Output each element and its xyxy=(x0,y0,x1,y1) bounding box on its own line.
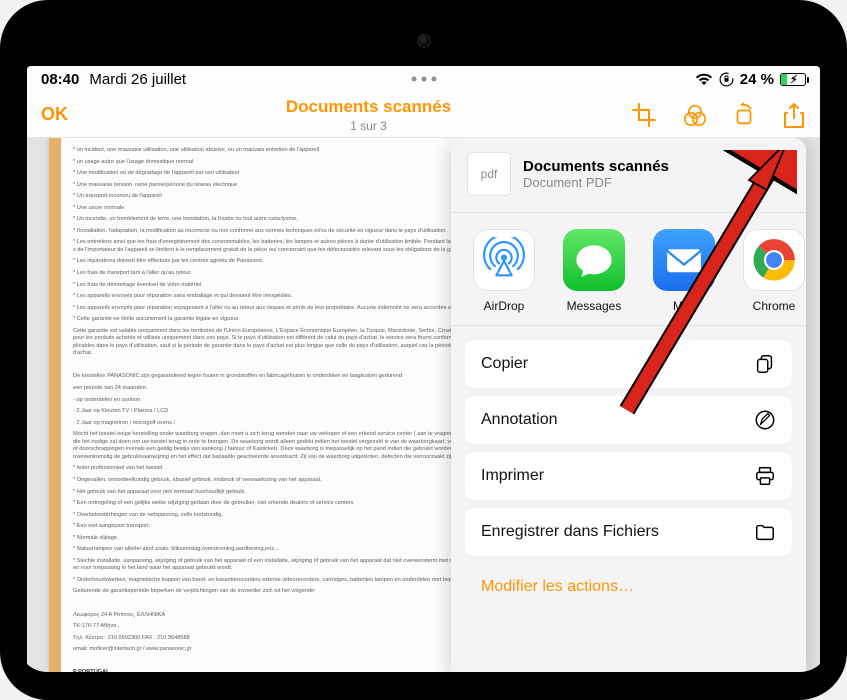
markup-icon xyxy=(754,409,776,431)
orientation-lock-icon xyxy=(719,72,734,87)
ipad-frame: 08:40 Mardi 26 juillet 24 % ⚡︎ xyxy=(0,0,847,700)
share-header: pdf Documents scannés Document PDF xyxy=(451,138,806,213)
rotate-button[interactable] xyxy=(732,103,756,127)
mail-icon xyxy=(653,229,715,291)
action-save-files[interactable]: Enregistrer dans Fichiers xyxy=(465,508,792,556)
screen: 08:40 Mardi 26 juillet 24 % ⚡︎ xyxy=(27,66,820,672)
action-markup[interactable]: Annotation xyxy=(465,396,792,444)
share-app-airdrop[interactable]: AirDrop xyxy=(465,229,543,313)
share-app-strip[interactable]: AirDrop Messages Mail xyxy=(451,213,806,326)
action-save-files-label: Enregistrer dans Fichiers xyxy=(481,523,659,541)
battery-icon: ⚡︎ xyxy=(780,73,806,86)
ok-button[interactable]: OK xyxy=(41,104,68,124)
action-print[interactable]: Imprimer xyxy=(465,452,792,500)
chrome-icon xyxy=(743,229,805,291)
folder-icon xyxy=(754,521,776,543)
share-app-mail[interactable]: Mail xyxy=(645,229,723,313)
action-copy-label: Copier xyxy=(481,355,528,373)
wifi-icon xyxy=(695,73,713,86)
page-title: Documents scannés xyxy=(161,97,576,117)
grabber-dots xyxy=(411,77,436,82)
nav-bar: OK Documents scannés 1 sur 3 xyxy=(27,92,820,138)
action-markup-label: Annotation xyxy=(481,411,558,429)
action-edit-actions[interactable]: Modifier les actions… xyxy=(465,564,792,610)
status-bar: 08:40 Mardi 26 juillet 24 % ⚡︎ xyxy=(27,66,820,92)
copy-icon xyxy=(754,353,776,375)
share-doc-title: Documents scannés xyxy=(523,158,669,175)
status-date: Mardi 26 juillet xyxy=(89,71,186,88)
action-print-label: Imprimer xyxy=(481,467,544,485)
share-button[interactable] xyxy=(782,103,806,127)
share-app-messages[interactable]: Messages xyxy=(555,229,633,313)
action-copy[interactable]: Copier xyxy=(465,340,792,388)
charging-bolt-icon: ⚡︎ xyxy=(790,73,798,86)
status-time: 08:40 xyxy=(41,71,79,88)
share-app-label: Messages xyxy=(567,299,622,313)
crop-button[interactable] xyxy=(632,103,656,127)
battery-percent: 24 % xyxy=(740,71,774,88)
share-actions: Copier Annotation Imprimer xyxy=(451,326,806,624)
share-app-label: Mail xyxy=(673,299,695,313)
document-viewer: * un incident, une mauvaise utilisation,… xyxy=(27,138,820,672)
print-icon xyxy=(754,465,776,487)
page-counter: 1 sur 3 xyxy=(161,119,576,133)
share-app-label: AirDrop xyxy=(484,299,525,313)
share-thumbnail: pdf xyxy=(467,152,511,196)
front-camera xyxy=(417,34,431,48)
messages-icon xyxy=(563,229,625,291)
filters-button[interactable] xyxy=(682,103,706,127)
share-doc-type: Document PDF xyxy=(523,175,669,190)
share-app-label: Chrome xyxy=(753,299,796,313)
share-sheet: pdf Documents scannés Document PDF AirDr… xyxy=(451,138,806,672)
airdrop-icon xyxy=(473,229,535,291)
share-app-chrome[interactable]: Chrome xyxy=(735,229,806,313)
